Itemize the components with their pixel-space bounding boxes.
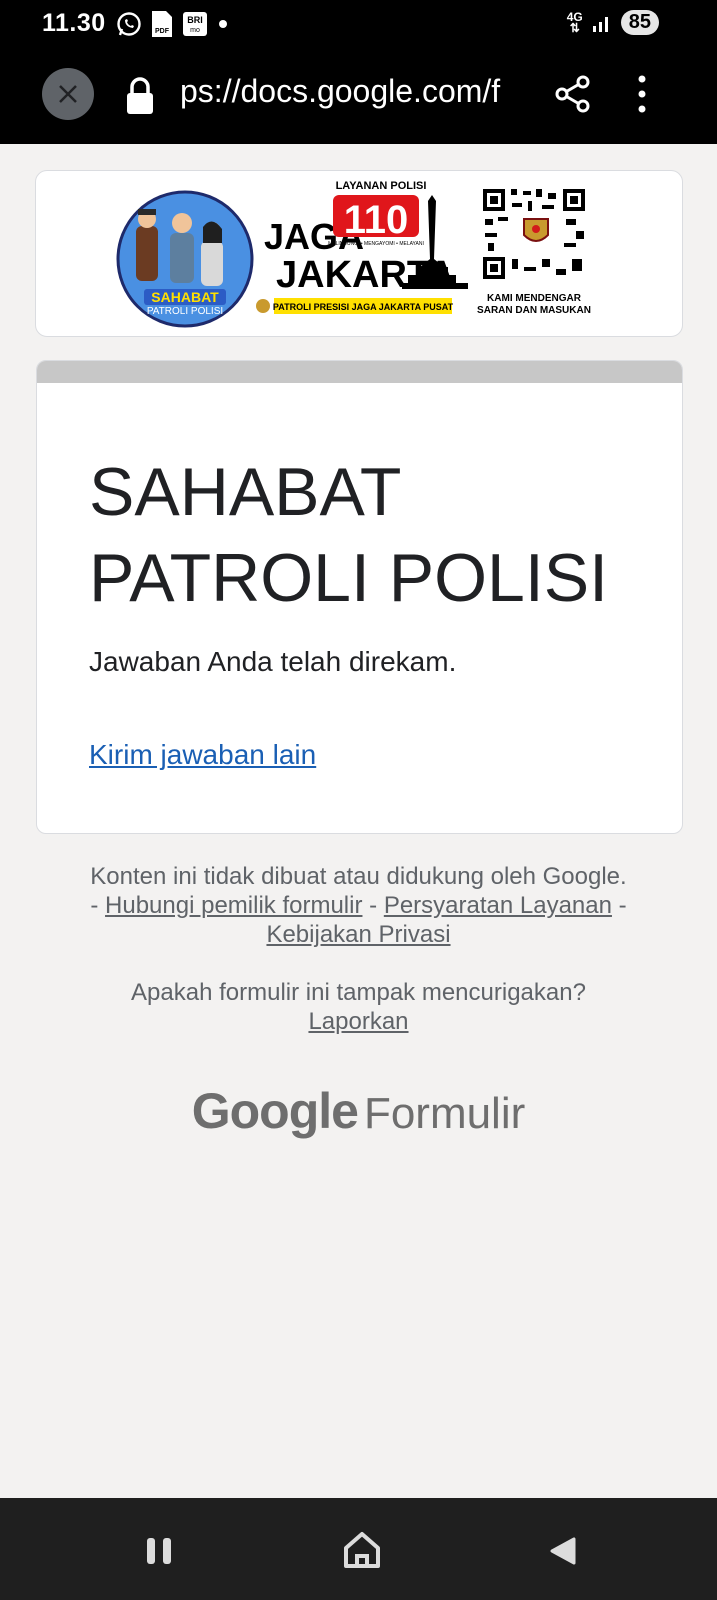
status-bar: 11.30 PDF BRI mo 4G ⇅ 85 <box>0 0 717 48</box>
disclaimer-text: Konten ini tidak dibuat atau didukung ol… <box>90 863 627 890</box>
confirmation-card: SAHABAT PATROLI POLISI Jawaban Anda tela… <box>36 360 683 834</box>
pdf-label: PDF <box>155 28 170 35</box>
bri-label: BRI <box>187 15 203 25</box>
qr-code-image: KAMI MENDENGAR SARAN DAN MASUKAN <box>477 187 591 316</box>
separator: - <box>618 892 627 919</box>
battery-level: 85 <box>620 10 659 35</box>
suspicious-question: Apakah formulir ini tampak mencurigakan? <box>131 979 586 1006</box>
qr-caption-line2: SARAN DAN MASUKAN <box>477 305 591 316</box>
contact-owner-link[interactable]: Hubungi pemilik formulir <box>105 892 362 919</box>
system-indicators: 4G ⇅ 85 <box>567 10 659 35</box>
separator: - <box>369 892 378 919</box>
sahabat-patroli-logo: SAHABAT PATROLI POLISI <box>116 190 254 328</box>
forms-wordmark: Formulir <box>363 1089 526 1138</box>
bri-sub-label: mo <box>190 27 200 34</box>
footer-links: - Hubungi pemilik formulir - Persyaratan… <box>0 891 717 920</box>
form-header-banner: SAHABAT PATROLI POLISI LAYANAN POLISI JA… <box>35 170 683 337</box>
sahabat-label: SAHABAT <box>151 289 219 305</box>
terms-of-service-link[interactable]: Persyaratan Layanan <box>384 892 612 919</box>
whatsapp-icon <box>117 12 141 36</box>
close-icon <box>59 85 77 103</box>
brimo-app-icon: BRI mo <box>183 12 207 36</box>
clock: 11.30 <box>42 9 106 37</box>
qr-caption-line1: KAMI MENDENGAR <box>487 293 582 304</box>
network-type: 4G ⇅ <box>566 9 583 35</box>
response-recorded-message: Jawaban Anda telah direkam. <box>89 646 457 677</box>
share-icon[interactable] <box>554 74 592 114</box>
report-abuse-section: Apakah formulir ini tampak mencurigakan?… <box>0 978 717 1036</box>
notification-icons: PDF BRI mo <box>116 10 230 38</box>
separator: - <box>90 892 99 919</box>
url-address[interactable]: ps://docs.google.com/f <box>180 73 522 110</box>
pdf-file-icon: PDF <box>152 11 172 37</box>
number-110-label: 110 <box>344 198 409 242</box>
google-wordmark: Google <box>191 1083 359 1139</box>
report-link[interactable]: Laporkan <box>308 1008 408 1035</box>
banner-graphic: SAHABAT PATROLI POLISI LAYANAN POLISI JA… <box>116 180 591 328</box>
lock-icon[interactable] <box>124 76 156 116</box>
patrol-strip-label: PATROLI PRESISI JAGA JAKARTA PUSAT <box>273 302 454 312</box>
privacy-policy-link[interactable]: Kebijakan Privasi <box>266 921 450 948</box>
google-forms-logo[interactable]: Google Formulir <box>0 1082 717 1140</box>
jaga-jakarta-logo: LAYANAN POLISI JAGA 110 MELINDUNGI • MEN… <box>256 180 468 314</box>
card-accent-bar <box>37 361 682 383</box>
layanan-polisi-label: LAYANAN POLISI <box>336 180 427 192</box>
close-tab-button[interactable] <box>42 68 94 120</box>
submit-another-response-link[interactable]: Kirim jawaban lain <box>89 739 316 771</box>
recent-apps-icon[interactable] <box>145 1536 173 1566</box>
back-icon[interactable] <box>548 1536 578 1566</box>
form-footer: Konten ini tidak dibuat atau didukung ol… <box>0 862 717 949</box>
patroli-polisi-label: PATROLI POLISI <box>147 306 223 317</box>
system-navigation-bar <box>0 1498 717 1600</box>
home-icon[interactable] <box>342 1530 382 1570</box>
more-notifications-dot-icon <box>219 20 227 28</box>
signal-icon <box>592 16 608 32</box>
motto-label: MELINDUNGI • MENGAYOMI • MELAYANI <box>328 241 424 247</box>
more-options-icon[interactable] <box>635 74 649 114</box>
browser-toolbar: ps://docs.google.com/f <box>0 48 717 144</box>
form-title: SAHABAT PATROLI POLISI <box>89 454 608 616</box>
